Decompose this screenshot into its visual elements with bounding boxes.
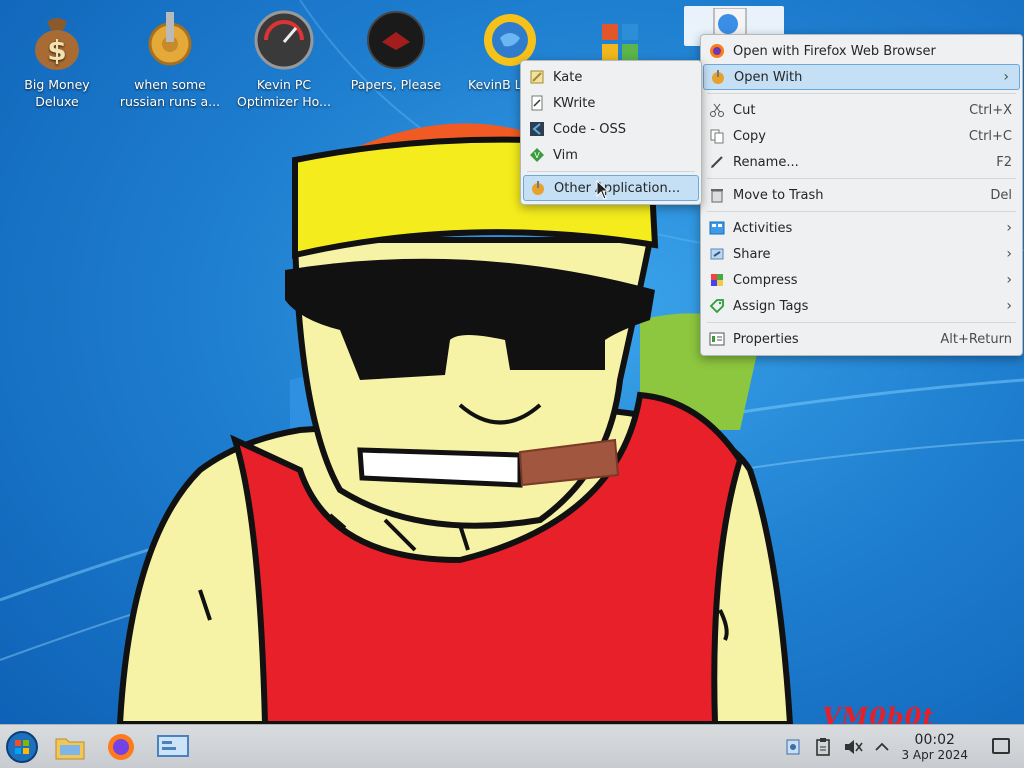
- share-icon: [709, 246, 725, 262]
- menu-shortcut: Del: [990, 187, 1012, 203]
- submenu-vim[interactable]: V Vim: [521, 142, 701, 168]
- menu-move-to-trash[interactable]: Move to Trash Del: [701, 182, 1022, 208]
- desktop-icon-label: Kevin PC Optimizer Ho...: [237, 77, 331, 109]
- other-application-icon: [530, 180, 546, 196]
- menu-shortcut: Ctrl+X: [969, 102, 1012, 118]
- chevron-right-icon: ›: [1006, 246, 1012, 262]
- menu-item-label: Cut: [733, 102, 756, 118]
- desktop-icon-label: Big Money Deluxe: [24, 77, 90, 109]
- papers-please-icon: [367, 11, 425, 69]
- kate-icon: [529, 69, 545, 85]
- menu-copy[interactable]: Copy Ctrl+C: [701, 123, 1022, 149]
- menu-open-with[interactable]: Open With ›: [703, 64, 1020, 90]
- cut-icon: [709, 102, 725, 118]
- menu-item-label: Vim: [553, 147, 578, 163]
- desktop-icon-big-money-deluxe[interactable]: $ Big Money Deluxe: [2, 8, 112, 110]
- menu-separator: [707, 211, 1016, 212]
- menu-shortcut: Alt+Return: [940, 331, 1012, 347]
- tray-network-icon[interactable]: [783, 737, 803, 757]
- clipboard-icon[interactable]: [813, 737, 833, 757]
- svg-text:$: $: [47, 34, 66, 67]
- mouse-cursor-icon: [596, 180, 610, 200]
- clock[interactable]: 00:02 3 Apr 2024: [901, 733, 968, 763]
- menu-item-label: Open with Firefox Web Browser: [733, 43, 936, 59]
- compress-icon: [709, 272, 725, 288]
- chevron-right-icon: ›: [1006, 220, 1012, 236]
- submenu-kate[interactable]: Kate: [521, 64, 701, 90]
- desktop-icon-russian-runs[interactable]: when some russian runs a...: [115, 8, 225, 110]
- menu-item-label: Kate: [553, 69, 583, 85]
- menu-item-label: Code - OSS: [553, 121, 626, 137]
- speedometer-icon: [254, 10, 314, 70]
- firefox-icon: [108, 734, 134, 760]
- chevron-up-icon[interactable]: [872, 737, 892, 757]
- volume-muted-icon[interactable]: [843, 737, 863, 757]
- gear-icon: [148, 12, 192, 66]
- menu-shortcut: Ctrl+C: [968, 128, 1012, 144]
- menu-separator: [707, 93, 1016, 94]
- menu-item-label: Activities: [733, 220, 793, 236]
- vim-icon: V: [529, 147, 545, 163]
- chevron-right-icon: ›: [1006, 298, 1012, 314]
- menu-separator: [707, 178, 1016, 179]
- copy-icon: [709, 128, 725, 144]
- desktop-icon-label: Papers, Please: [350, 77, 442, 92]
- menu-assign-tags[interactable]: Assign Tags ›: [701, 293, 1022, 319]
- menu-separator: [527, 171, 695, 172]
- menu-compress[interactable]: Compress ›: [701, 267, 1022, 293]
- menu-item-label: Share: [733, 246, 771, 262]
- menu-item-label: Compress: [733, 272, 798, 288]
- submenu-kwrite[interactable]: KWrite: [521, 90, 701, 116]
- desktop-icon-label: when some russian runs a...: [119, 77, 221, 109]
- desktop-icon-kevin-pc-optimizer[interactable]: Kevin PC Optimizer Ho...: [229, 8, 339, 110]
- menu-item-label: Properties: [733, 331, 799, 347]
- context-menu: Open with Firefox Web Browser Open With …: [700, 34, 1023, 356]
- open-with-submenu: Kate KWrite Code - OSS V Vim Other Appli…: [520, 60, 702, 205]
- activities-icon: [709, 220, 725, 236]
- firefox-icon: [709, 43, 725, 59]
- kwrite-icon: [529, 95, 545, 111]
- show-desktop-button[interactable]: [992, 738, 1010, 754]
- desktop-icon-papers-please[interactable]: Papers, Please: [341, 8, 451, 93]
- settings-monitor-icon: [157, 735, 189, 757]
- windows-start-icon: [6, 731, 38, 763]
- chevron-right-icon: ›: [1003, 69, 1009, 85]
- menu-cut[interactable]: Cut Ctrl+X: [701, 97, 1022, 123]
- firefox-button[interactable]: [103, 729, 139, 765]
- menu-activities[interactable]: Activities ›: [701, 215, 1022, 241]
- submenu-other-application[interactable]: Other Application...: [523, 175, 699, 201]
- money-bag-icon: $: [35, 18, 79, 70]
- rename-icon: [709, 154, 725, 170]
- system-settings-button[interactable]: [155, 729, 191, 765]
- menu-shortcut: F2: [996, 154, 1012, 170]
- menu-item-label: Move to Trash: [733, 187, 824, 203]
- menu-share[interactable]: Share ›: [701, 241, 1022, 267]
- menu-properties[interactable]: Properties Alt+Return: [701, 326, 1022, 352]
- folder-icon: [55, 738, 85, 760]
- menu-item-label: Assign Tags: [733, 298, 809, 314]
- menu-item-label: Copy: [733, 128, 766, 144]
- menu-item-label: KWrite: [553, 95, 596, 111]
- clock-date: 3 Apr 2024: [901, 748, 968, 762]
- trash-icon: [709, 187, 725, 203]
- menu-rename[interactable]: Rename... F2: [701, 149, 1022, 175]
- svg-text:V: V: [534, 151, 540, 160]
- clock-time: 00:02: [914, 732, 955, 748]
- menu-open-with-firefox[interactable]: Open with Firefox Web Browser: [701, 38, 1022, 64]
- menu-item-label: Open With: [734, 69, 803, 85]
- submenu-code-oss[interactable]: Code - OSS: [521, 116, 701, 142]
- menu-separator: [707, 322, 1016, 323]
- properties-icon: [709, 331, 725, 347]
- start-button[interactable]: [4, 729, 40, 765]
- taskbar: 00:02 3 Apr 2024: [0, 724, 1024, 768]
- file-manager-button[interactable]: [52, 729, 88, 765]
- menu-item-label: Other Application...: [554, 180, 681, 196]
- code-oss-icon: [529, 121, 545, 137]
- chevron-right-icon: ›: [1006, 272, 1012, 288]
- menu-item-label: Rename...: [733, 154, 799, 170]
- tag-icon: [709, 298, 725, 314]
- open-with-icon: [710, 69, 726, 85]
